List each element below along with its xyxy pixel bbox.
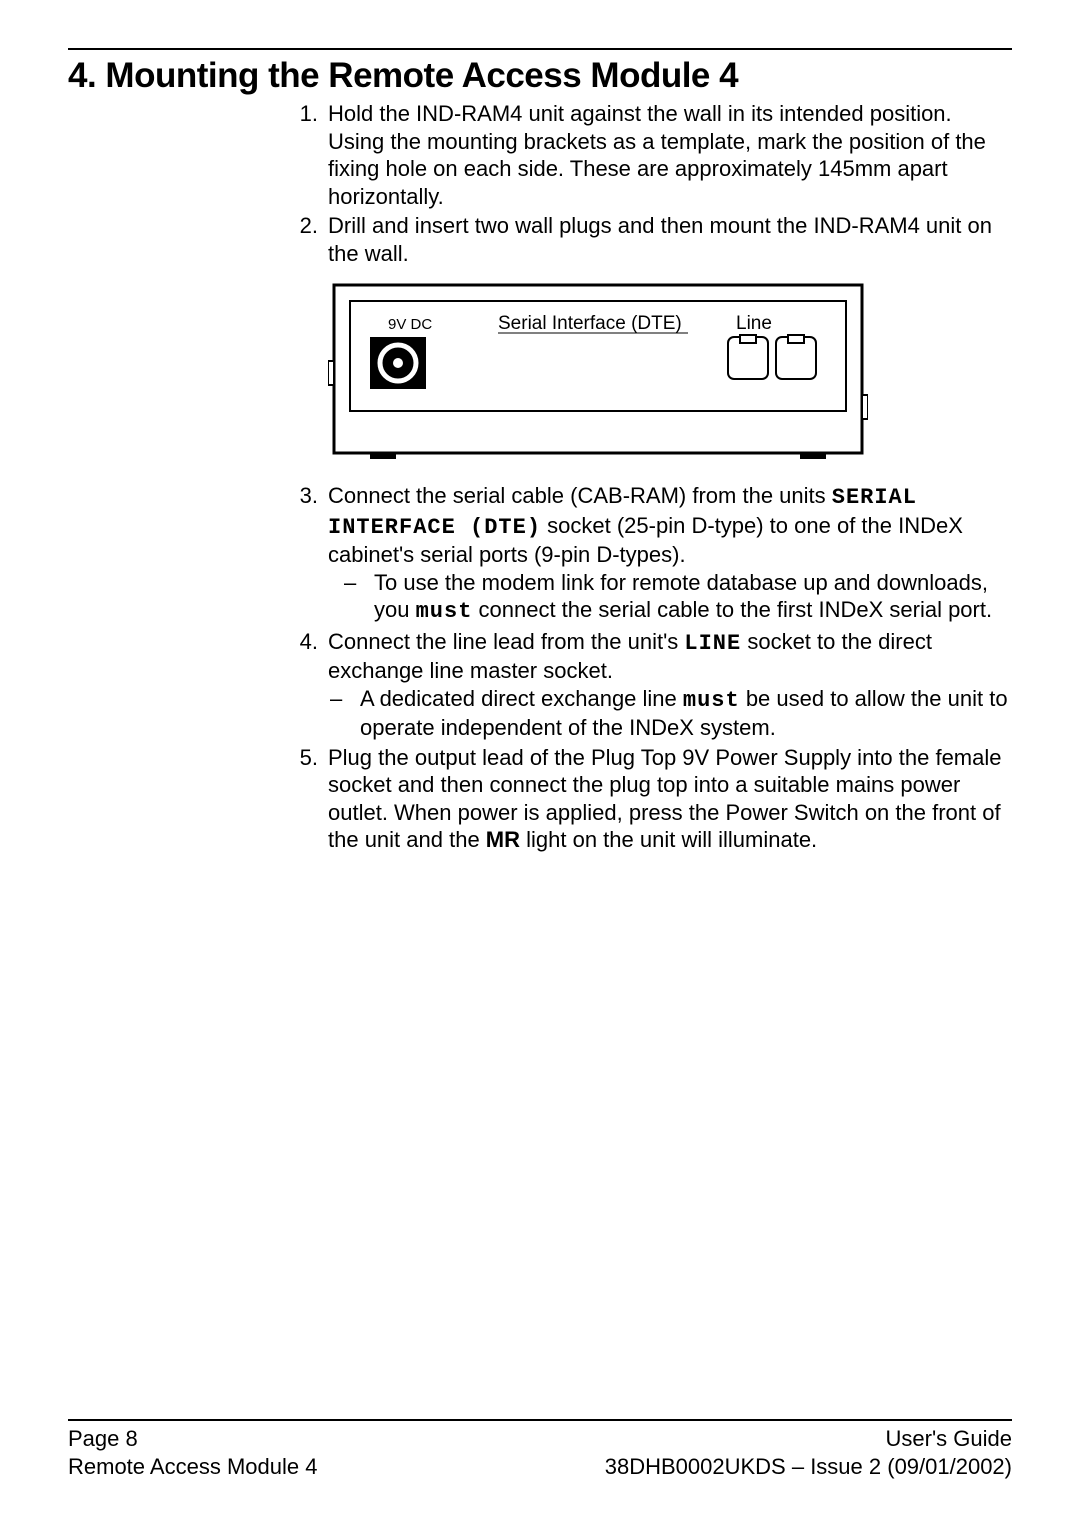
step-3-sub: To use the modem link for remote databas… [344,569,1012,626]
page-footer: Page 8 User's Guide Remote Access Module… [68,1419,1012,1482]
rear-panel-diagram: 9V DC Serial Interface (DTE) Line [328,279,1012,464]
step-list: Hold the IND-RAM4 unit against the wall … [284,100,1012,267]
step-4-text-a: Connect the line lead from the unit's [328,629,684,654]
step-4: Connect the line lead from the unit's LI… [284,628,1012,742]
step-5: Plug the output lead of the Plug Top 9V … [284,744,1012,854]
section-heading: 4. Mounting the Remote Access Module 4 [68,56,1012,96]
step-3-text-a: Connect the serial cable (CAB-RAM) from … [328,483,832,508]
footer-module-name: Remote Access Module 4 [68,1453,317,1482]
step-5-mr: MR [486,827,520,852]
step-2: Drill and insert two wall plugs and then… [284,212,1012,267]
power-label: 9V DC [388,316,432,333]
top-rule [68,48,1012,50]
step-list-continued: Connect the serial cable (CAB-RAM) from … [284,482,1012,854]
step-5-text-c: light on the unit will illuminate. [520,827,817,852]
step-3-sub-must: must [416,599,473,624]
step-1: Hold the IND-RAM4 unit against the wall … [284,100,1012,210]
step-3: Connect the serial cable (CAB-RAM) from … [284,482,1012,626]
step-3-sub-c: connect the serial cable to the first IN… [472,597,992,622]
line-socket-2 [776,335,816,379]
line-socket-1 [728,335,768,379]
diagram-svg: 9V DC Serial Interface (DTE) Line [328,279,868,459]
step-4-sublist: A dedicated direct exchange line must be… [328,685,1012,742]
footer-doc-id: 38DHB0002UKDS – Issue 2 (09/01/2002) [605,1453,1012,1482]
content-block: Hold the IND-RAM4 unit against the wall … [284,100,1012,854]
step-4-sub-a: A dedicated direct exchange line [360,686,683,711]
step-4-line: LINE [684,631,741,656]
footer-rule [68,1419,1012,1421]
step-4-sub-must: must [683,688,740,713]
footer-doc-title: User's Guide [886,1425,1012,1454]
serial-label: Serial Interface (DTE) [498,313,682,334]
step-4-sub: A dedicated direct exchange line must be… [330,685,1012,742]
line-label: Line [736,313,772,334]
step-3-sublist: To use the modem link for remote databas… [328,569,1012,626]
footer-page-number: Page 8 [68,1425,138,1454]
